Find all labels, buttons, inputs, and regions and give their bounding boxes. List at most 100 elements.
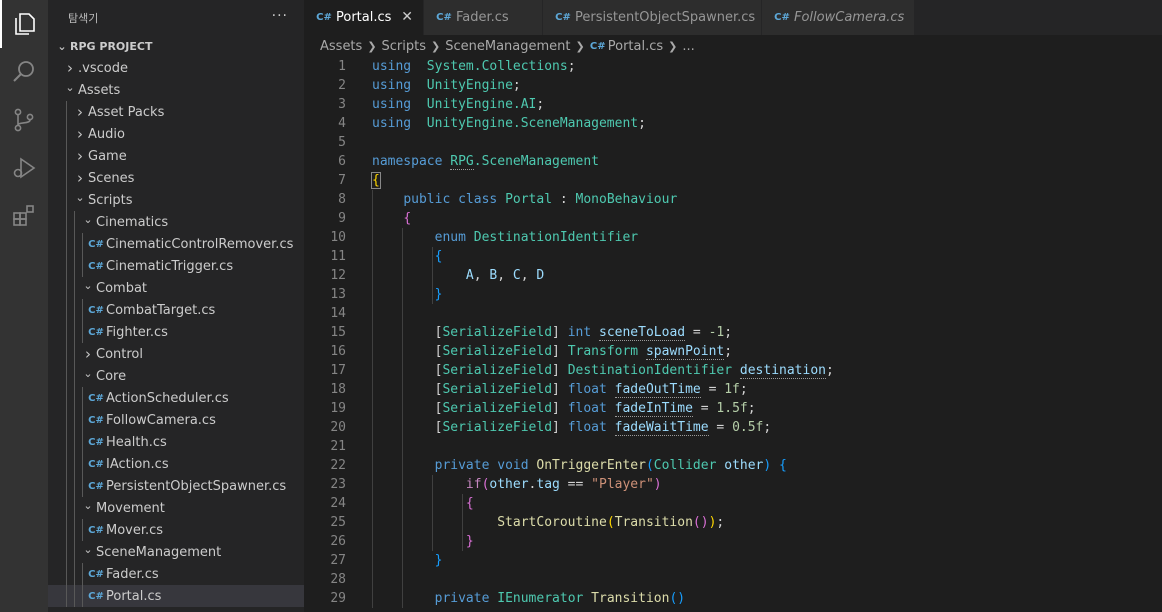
code-token: ] <box>552 382 568 397</box>
code-token: other <box>489 477 529 492</box>
code-token: = <box>700 382 725 397</box>
code-token: ] <box>552 401 568 416</box>
chevron-down-icon: ⌄ <box>83 542 93 556</box>
run-debug-icon[interactable] <box>0 144 48 192</box>
code-token: ] <box>552 363 568 378</box>
indent-guide <box>82 387 83 409</box>
indent-guide <box>82 519 83 541</box>
tree-folder[interactable]: ⌄ Assets <box>48 79 304 101</box>
line-number: 6 <box>338 154 346 169</box>
code-token: sceneToLoad <box>599 325 686 341</box>
search-icon[interactable] <box>0 48 48 96</box>
tree-folder[interactable]: › Scenes <box>48 167 304 189</box>
indent-guide <box>82 299 83 321</box>
tree-label: Scripts <box>88 192 133 208</box>
indent-guide <box>74 541 75 563</box>
source-control-icon[interactable] <box>0 96 48 144</box>
code-token: { <box>403 211 412 226</box>
line-number: 4 <box>338 116 346 131</box>
code-token: ; <box>512 78 521 93</box>
files-icon[interactable] <box>0 0 48 48</box>
code-token: A <box>465 268 474 283</box>
code-token: StartCoroutine <box>497 515 607 530</box>
tab-portal-cs[interactable]: C# Portal.cs ✕ <box>304 0 424 35</box>
code-token: ] <box>552 344 568 359</box>
code-token: SerializeField <box>442 363 553 378</box>
indent-guide <box>66 563 67 585</box>
breadcrumb-item[interactable]: Assets <box>320 39 362 54</box>
chevron-right-icon: ❯ <box>668 39 678 53</box>
line-number: 11 <box>330 249 346 264</box>
tree-label: Fader.cs <box>106 566 159 582</box>
code-token: ] <box>552 325 568 340</box>
tree-file[interactable]: C# CinematicTrigger.cs <box>48 255 304 277</box>
breadcrumb-item[interactable]: SceneManagement <box>445 39 570 54</box>
tab-persistentobjectspawner-cs[interactable]: C# PersistentObjectSpawner.cs <box>543 0 762 35</box>
code-editor[interactable]: 1 using System.Collections; 2 using UnityEn… <box>304 57 1162 612</box>
line-number: 7 <box>338 173 346 188</box>
code-token: float <box>567 382 607 397</box>
tree-file[interactable]: C# PersistentObjectSpawner.cs <box>48 475 304 497</box>
code-text: [SerializeField] int sceneToLoad = -1; <box>372 323 732 342</box>
tree-file[interactable]: C# Fader.cs <box>48 563 304 585</box>
indent-guide <box>66 145 67 167</box>
tree-file[interactable]: C# IAction.cs <box>48 453 304 475</box>
code-text: StartCoroutine(Transition()); <box>372 513 724 532</box>
code-token: () <box>669 591 686 606</box>
tree-file[interactable]: C# CombatTarget.cs <box>48 299 304 321</box>
indent-guide <box>74 255 75 277</box>
tree-folder[interactable]: › Asset Packs <box>48 101 304 123</box>
tree-folder[interactable]: ⌄ Movement <box>48 497 304 519</box>
tree-folder[interactable]: ⌄ Combat <box>48 277 304 299</box>
tree-file[interactable]: C# Fighter.cs <box>48 321 304 343</box>
breadcrumb-item[interactable]: Scripts <box>382 39 426 54</box>
close-icon[interactable]: ✕ <box>401 9 413 25</box>
code-token: Transition <box>591 591 670 606</box>
indent-guide <box>66 123 67 145</box>
tree-folder[interactable]: ⌄ Scripts <box>48 189 304 211</box>
tree-folder[interactable]: › Audio <box>48 123 304 145</box>
code-token: public <box>403 192 451 207</box>
tree-folder[interactable]: ⌄ Core <box>48 365 304 387</box>
more-actions-icon[interactable]: ··· <box>272 8 288 24</box>
code-text: private IEnumerator Transition() <box>372 589 685 608</box>
tree-folder[interactable]: › .vscode <box>48 57 304 79</box>
code-text: using System.Collections; <box>372 57 576 76</box>
code-line: 1 using System.Collections; <box>304 57 1162 76</box>
indent-guide <box>74 453 75 475</box>
tree-file[interactable]: C# Mover.cs <box>48 519 304 541</box>
tree-folder[interactable]: ⌄ SceneManagement <box>48 541 304 563</box>
project-section-header[interactable]: ⌄ RPG PROJECT <box>48 35 304 57</box>
csharp-file-icon: C# <box>88 392 104 404</box>
indent-guide <box>82 321 83 343</box>
tab-fader-cs[interactable]: C# Fader.cs <box>424 0 543 35</box>
code-token: .SceneManagement <box>473 154 599 169</box>
tree-file[interactable]: C# ActionScheduler.cs <box>48 387 304 409</box>
chevron-right-icon: › <box>67 59 73 77</box>
tree-file[interactable]: C# FollowCamera.cs <box>48 409 304 431</box>
tree-file[interactable]: C# CinematicControlRemover.cs <box>48 233 304 255</box>
extensions-icon[interactable] <box>0 192 48 240</box>
code-text: [SerializeField] float fadeWaitTime = 0.… <box>372 418 771 437</box>
breadcrumb-symbol[interactable]: ... <box>682 39 694 54</box>
tree-file[interactable]: C# Portal.cs <box>48 585 304 607</box>
tab-followcamera-cs[interactable]: C# FollowCamera.cs <box>762 0 915 35</box>
tree-folder[interactable]: › Game <box>48 145 304 167</box>
code-token: MonoBehaviour <box>575 192 678 207</box>
breadcrumb-file[interactable]: Portal.cs <box>608 39 663 54</box>
chevron-right-icon: › <box>85 345 91 363</box>
code-token: ; <box>825 363 834 378</box>
chevron-down-icon: ⌄ <box>75 190 85 204</box>
code-line: 28 <box>304 570 1162 589</box>
tree-folder[interactable]: › Control <box>48 343 304 365</box>
code-line: 6 namespace RPG.SceneManagement <box>304 152 1162 171</box>
tree-folder[interactable]: ⌄ Cinematics <box>48 211 304 233</box>
tree-file[interactable]: C# Health.cs <box>48 431 304 453</box>
